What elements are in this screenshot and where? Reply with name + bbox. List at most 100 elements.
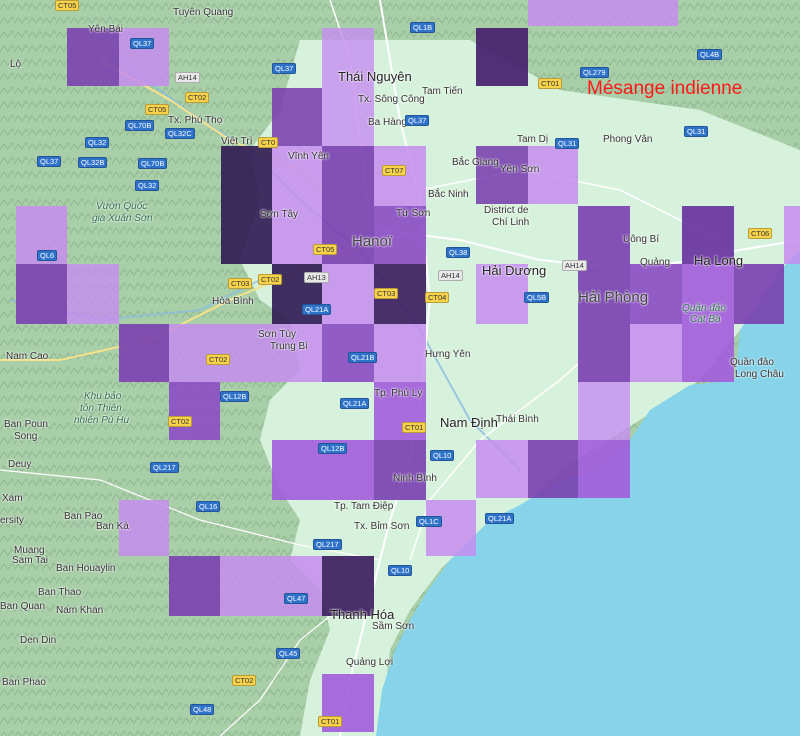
road-shield: CT05 <box>313 244 338 255</box>
grid-cell <box>322 264 374 324</box>
grid-cell <box>272 440 322 500</box>
road-shield: CT06 <box>748 228 773 239</box>
road-shield: QL47 <box>284 593 309 604</box>
grid-cell <box>578 440 630 498</box>
place-label: Cát Bà <box>690 314 721 325</box>
road-shield: QL32 <box>85 137 110 148</box>
place-label: Tp. Tam Điệp <box>334 501 394 512</box>
road-shield: CT02 <box>185 92 210 103</box>
place-label: Nam Định <box>440 415 498 430</box>
place-label: Hải Phòng <box>578 289 649 306</box>
place-label: Tam Dị <box>517 134 549 145</box>
place-label: Nam Khan <box>56 605 104 616</box>
place-label: Hải Dương <box>482 263 547 278</box>
road-shield: QL279 <box>580 67 609 78</box>
road-shield: CT07 <box>382 165 407 176</box>
place-label: Từ Sơn <box>396 208 431 219</box>
road-shield: QL32B <box>78 157 108 168</box>
road-shield: AH14 <box>175 72 200 83</box>
place-label: Yên Bái <box>88 24 124 35</box>
place-label: Việt Trì <box>221 136 253 147</box>
place-label: Uông Bí <box>623 234 660 245</box>
place-label: Sam Tai <box>12 555 48 566</box>
road-shield: CT0 <box>258 137 279 148</box>
road-shield: QL37 <box>405 115 430 126</box>
grid-cell <box>784 206 800 264</box>
road-shield: QL37 <box>130 38 155 49</box>
road-shield: QL21A <box>340 398 370 409</box>
map-canvas[interactable]: Tuyên Quang Yên Bái Lộ Thái Nguyên Tam Tiến T… <box>0 0 800 736</box>
place-label: Lộ <box>10 59 22 70</box>
map-title: Mésange indienne <box>587 78 743 99</box>
grid-cell <box>272 88 322 146</box>
place-label: Khu bảo <box>84 391 122 402</box>
road-shield: CT01 <box>538 78 563 89</box>
place-label: Ban Kà <box>96 521 129 532</box>
grid-cell <box>169 382 220 440</box>
place-label: tồn Thiên <box>80 403 122 414</box>
road-shield: QL31 <box>684 126 709 137</box>
place-label: Vĩnh Yên <box>288 151 329 162</box>
road-shield: QL38 <box>446 247 471 258</box>
road-shield: QL12B <box>318 443 348 454</box>
road-shield: CT02 <box>206 354 231 365</box>
place-label: Ban Houaylin <box>56 563 116 574</box>
grid-cell <box>528 0 678 26</box>
place-label: Trung Bì <box>270 341 308 352</box>
place-label: Ban Poun <box>4 419 48 430</box>
place-label: Hưng Yên <box>425 349 471 360</box>
place-label: Ban Quan <box>0 601 46 612</box>
road-shield: QL32 <box>135 180 160 191</box>
road-shield: QL12B <box>220 391 250 402</box>
road-shield: CT05 <box>55 0 80 11</box>
grid-cell <box>426 500 476 556</box>
road-shield: QL21B <box>348 352 378 363</box>
road-shield: QL45 <box>276 648 301 659</box>
grid-cell <box>67 28 119 86</box>
road-shield: QL32C <box>165 128 195 139</box>
place-label: Sơn Tây <box>260 209 299 220</box>
place-label: Quảng Lợi <box>346 657 394 668</box>
place-label: Tx. Sông Công <box>358 94 425 105</box>
road-shield: QL37 <box>37 156 62 167</box>
place-label: Ban Phao <box>2 677 46 688</box>
road-shield: QL37 <box>272 63 297 74</box>
place-label: Tx. Phú Thọ <box>168 115 223 126</box>
place-label: Den Din <box>20 635 57 646</box>
place-label: Vườn Quốc <box>96 201 148 212</box>
place-label: Nam Cao <box>6 351 49 362</box>
place-label: gia Xuân Sơn <box>92 213 153 224</box>
road-shield: QL16 <box>196 501 221 512</box>
grid-cell <box>528 440 578 498</box>
grid-cell <box>476 440 528 498</box>
road-shield: CT02 <box>258 274 283 285</box>
road-shield: CT02 <box>168 416 193 427</box>
place-label: Hanoï <box>352 233 393 250</box>
place-label: Tuyên Quang <box>173 7 234 18</box>
place-label: Tp. Phủ Lý <box>374 388 423 399</box>
road-shield: QL1B <box>410 22 436 33</box>
place-label: Deuy <box>8 459 32 470</box>
road-shield: QL10 <box>388 565 413 576</box>
grid-cell <box>578 382 630 440</box>
place-label: Quần đảo <box>682 303 726 314</box>
place-label: Yên Sơn <box>500 164 540 175</box>
place-label: District de <box>484 205 529 216</box>
place-label: Bắc Giang <box>452 157 499 168</box>
place-label: Ba Hàng <box>368 117 407 128</box>
grid-cell <box>119 28 169 86</box>
grid-cell <box>16 264 67 324</box>
place-label: Long Châu <box>735 369 784 380</box>
grid-cell <box>374 440 426 500</box>
road-shield: QL6 <box>37 250 58 261</box>
place-label: Quảng <box>640 257 671 268</box>
grid-cell <box>119 324 169 382</box>
grid-cell <box>220 556 322 616</box>
place-label: Chí Linh <box>492 217 530 228</box>
grid-cell <box>630 324 682 382</box>
road-shield: CT05 <box>145 104 170 115</box>
place-label: Xam <box>2 493 23 504</box>
grid-cell <box>374 146 426 206</box>
grid-cell <box>528 146 578 204</box>
place-label: Thái Nguyên <box>338 69 412 84</box>
